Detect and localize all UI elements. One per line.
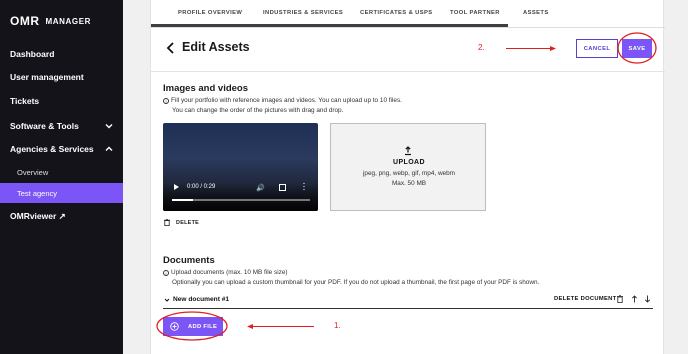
tab-progress-bar	[151, 24, 508, 27]
document-name: New document #1	[173, 296, 230, 303]
add-file-button[interactable]: ADD FILE	[163, 317, 223, 336]
sidebar-item-label: Dashboard	[10, 49, 55, 59]
info-icon: i	[163, 97, 169, 104]
images-info-line-2: You can change the order of the pictures…	[172, 107, 344, 114]
chevron-down-icon[interactable]	[164, 297, 170, 303]
tab-bar: PROFILE OVERVIEW INDUSTRIES & SERVICES C…	[151, 0, 665, 28]
trash-icon[interactable]	[617, 295, 623, 303]
fullscreen-icon[interactable]	[279, 184, 286, 191]
logo-omr-text: OMR	[10, 14, 40, 28]
main-content: PROFILE OVERVIEW INDUSTRIES & SERVICES C…	[150, 0, 665, 354]
sidebar-item-tickets[interactable]: Tickets	[10, 96, 114, 106]
sidebar-item-dashboard[interactable]: Dashboard	[10, 49, 114, 59]
sidebar-subitem-overview[interactable]: Overview	[0, 162, 123, 182]
delete-label: DELETE	[176, 219, 200, 226]
upload-formats: jpeg, png, webp, gif, mp4, webm	[362, 170, 455, 177]
sidebar-item-software-tools[interactable]: Software & Tools	[10, 121, 114, 131]
upload-dropzone[interactable]: UPLOAD jpeg, png, webp, gif, mp4, webm M…	[330, 123, 486, 211]
more-options-icon[interactable]: · · ·	[303, 181, 305, 194]
sidebar-item-label: OMRviewer ↗	[10, 211, 66, 221]
video-progress-track[interactable]	[172, 199, 310, 201]
tab-tool-partner[interactable]: TOOL PARTNER	[450, 10, 500, 16]
tab-industries-services[interactable]: INDUSTRIES & SERVICES	[263, 10, 343, 16]
tab-certificates-usps[interactable]: CERTIFICATES & USPS	[360, 10, 433, 16]
chevron-down-icon	[105, 124, 113, 129]
sidebar-item-label: Overview	[17, 167, 49, 177]
upload-max-size: Max. 50 MB	[391, 180, 427, 187]
page-title: Edit Assets	[182, 40, 250, 54]
documents-info-line-2: Optionally you can upload a custom thumb…	[172, 279, 540, 286]
video-time: 0:00 / 0:29	[187, 184, 216, 190]
sidebar-item-label: User management	[10, 72, 84, 82]
images-section-title: Images and videos	[163, 83, 249, 94]
documents-info-line-1: i Upload documents (max. 10 MB file size)	[163, 268, 288, 278]
sidebar-item-agencies-services[interactable]: Agencies & Services	[10, 144, 114, 154]
upload-label: UPLOAD	[393, 159, 425, 166]
sidebar-item-label: Agencies & Services	[10, 144, 94, 154]
page-header: Edit Assets CANCEL SAVE	[151, 28, 665, 72]
chevron-up-icon	[105, 146, 113, 151]
arrow-down-icon[interactable]	[644, 295, 651, 303]
video-player[interactable]: 0:00 / 0:29 🔊 · · ·	[163, 123, 318, 211]
sidebar-item-omrviewer[interactable]: OMRviewer ↗	[10, 211, 114, 222]
cancel-button[interactable]: CANCEL	[576, 39, 618, 58]
info-icon: i	[163, 269, 169, 276]
video-progress-fill	[172, 198, 193, 201]
documents-section-title: Documents	[163, 255, 215, 266]
plus-circle-icon	[170, 322, 179, 331]
upload-icon	[405, 146, 411, 156]
tab-profile-overview[interactable]: PROFILE OVERVIEW	[178, 10, 242, 16]
sidebar: OMR MANAGER Dashboard User management Ti…	[0, 0, 123, 354]
volume-icon[interactable]: 🔊	[256, 184, 265, 192]
play-icon[interactable]	[174, 184, 179, 190]
sidebar-item-label: Tickets	[10, 96, 40, 106]
add-file-label: ADD FILE	[188, 323, 218, 330]
omr-manager-logo[interactable]: OMR MANAGER	[10, 14, 91, 28]
documents-info-text-1: Upload documents (max. 10 MB file size)	[171, 269, 288, 276]
tab-assets[interactable]: ASSETS	[523, 10, 549, 16]
sidebar-item-label: Test agency	[17, 188, 58, 198]
sidebar-subitem-test-agency[interactable]: Test agency	[0, 183, 123, 203]
delete-document-button[interactable]: DELETE DOCUMENT	[554, 296, 616, 302]
trash-icon	[164, 219, 170, 226]
save-button[interactable]: SAVE	[622, 39, 652, 58]
arrow-up-icon[interactable]	[631, 295, 638, 303]
sidebar-item-user-management[interactable]: User management	[10, 72, 114, 82]
logo-manager-text: MANAGER	[45, 16, 92, 26]
images-info-text-1: Fill your portfolio with reference image…	[171, 97, 402, 104]
document-row[interactable]: New document #1 DELETE DOCUMENT	[163, 292, 653, 309]
back-arrow-icon[interactable]	[165, 41, 177, 55]
images-info-line-1: i Fill your portfolio with reference imag…	[163, 96, 402, 106]
delete-asset-button[interactable]: DELETE	[164, 219, 199, 226]
sidebar-item-label: Software & Tools	[10, 121, 79, 131]
